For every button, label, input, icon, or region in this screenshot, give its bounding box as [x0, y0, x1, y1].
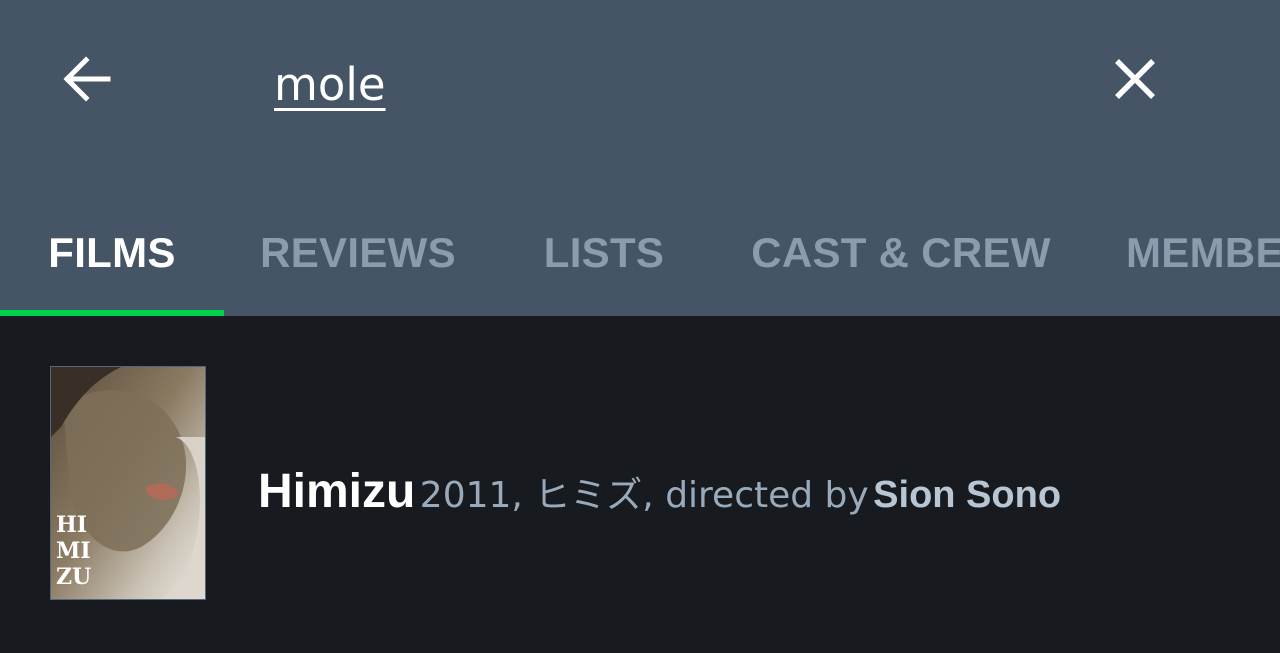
tab-reviews[interactable]: REVIEWS — [224, 190, 492, 316]
close-icon — [1111, 55, 1159, 108]
film-title: Himizu — [258, 465, 416, 518]
poster-text-line-1: HI — [56, 512, 87, 538]
search-tabs: FILMS REVIEWS LISTS CAST & CREW MEMBE — [0, 190, 1280, 316]
search-input[interactable] — [274, 52, 1034, 116]
tab-lists[interactable]: LISTS — [492, 190, 716, 316]
tab-cast-crew[interactable]: CAST & CREW — [716, 190, 1086, 316]
app-header: FILMS REVIEWS LISTS CAST & CREW MEMBE — [0, 0, 1280, 316]
clear-search-button[interactable] — [1106, 52, 1164, 110]
tab-members[interactable]: MEMBE — [1086, 190, 1280, 316]
poster-text-line-2: MI — [56, 538, 91, 564]
film-result-row[interactable]: HI MI ZU Himizu 2011, ヒミズ, directed by S… — [0, 316, 1280, 653]
arrow-left-icon — [60, 52, 114, 111]
back-button[interactable] — [58, 52, 116, 110]
film-director[interactable]: Sion Sono — [873, 474, 1061, 516]
tab-films[interactable]: FILMS — [0, 190, 224, 316]
film-poster[interactable]: HI MI ZU — [50, 366, 206, 600]
film-info[interactable]: Himizu 2011, ヒミズ, directed by Sion Sono — [258, 462, 1061, 533]
poster-text-line-3: ZU — [56, 564, 91, 590]
film-meta: 2011, ヒミズ, directed by — [419, 475, 869, 516]
